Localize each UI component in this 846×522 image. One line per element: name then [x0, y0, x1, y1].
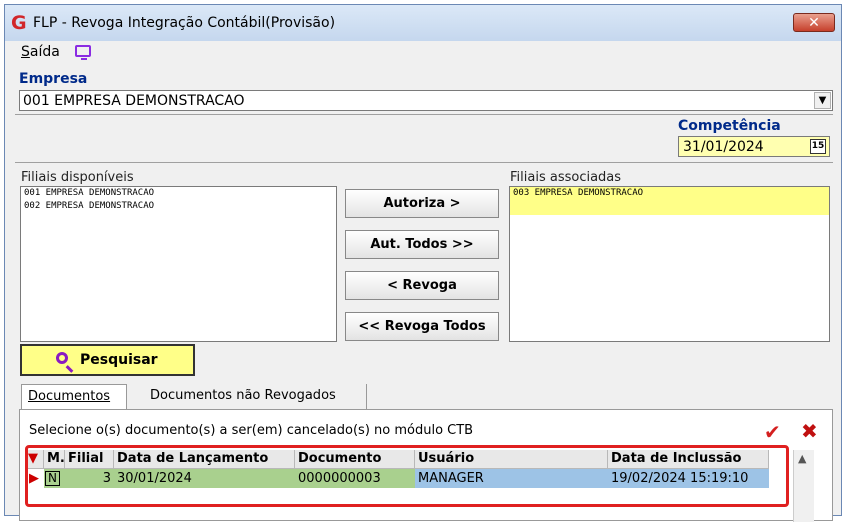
vertical-scrollbar[interactable]: ▲ [793, 450, 814, 522]
divider [15, 114, 833, 115]
tab-label: Documentos não Revogados [150, 388, 336, 403]
pesquisar-label: Pesquisar [80, 352, 158, 368]
search-icon [56, 352, 68, 364]
filiais-associadas-label: Filiais associadas [510, 170, 622, 185]
instruction-text: Selecione o(s) documento(s) a ser(em) ca… [29, 423, 474, 438]
autoriza-button[interactable]: Autoriza > [345, 189, 499, 218]
highlight-annotation [25, 445, 789, 507]
filiais-disponiveis-list[interactable]: 001 EMPRESA DEMONSTRACAO 002 EMPRESA DEM… [20, 186, 337, 342]
window-title: FLP - Revoga Integração Contábil(Provisã… [33, 15, 336, 31]
divider [15, 162, 833, 163]
list-item[interactable]: 001 EMPRESA DEMONSTRACAO [21, 187, 336, 200]
competencia-value: 31/01/2024 [683, 139, 764, 155]
chevron-down-icon[interactable]: ▼ [814, 92, 831, 109]
menu-item-saida[interactable]: Saída [21, 44, 60, 60]
empresa-select[interactable]: 001 EMPRESA DEMONSTRACAO ▼ [19, 90, 833, 111]
calendar-icon[interactable]: 15 [810, 139, 826, 154]
title-bar: G FLP - Revoga Integração Contábil(Provi… [5, 5, 841, 41]
monitor-icon[interactable] [75, 45, 91, 60]
menu-accel-s: S [21, 44, 30, 60]
list-item[interactable]: 002 EMPRESA DEMONSTRACAO [21, 200, 336, 213]
empresa-label: Empresa [19, 71, 88, 87]
revoga-todos-button[interactable]: << Revoga Todos [345, 312, 499, 341]
checkmark-icon[interactable]: ✔ [764, 420, 781, 444]
list-item[interactable]: 003 EMPRESA DEMONSTRACAO [510, 187, 829, 215]
x-icon[interactable]: ✖ [801, 419, 818, 443]
competencia-label: Competência [678, 118, 781, 134]
pesquisar-button[interactable]: Pesquisar [20, 344, 195, 376]
main-window: G FLP - Revoga Integração Contábil(Provi… [4, 4, 842, 522]
tab-documentos[interactable]: Documentos [21, 384, 127, 409]
competencia-date-field[interactable]: 31/01/2024 15 [678, 136, 830, 157]
flp-logo-icon: G [11, 12, 27, 34]
revoga-button[interactable]: < Revoga [345, 271, 499, 300]
filiais-disponiveis-label: Filiais disponíveis [21, 170, 134, 185]
menu-saida-rest: aída [29, 44, 60, 60]
filiais-associadas-list[interactable]: 003 EMPRESA DEMONSTRACAO [509, 186, 830, 342]
tab-documentos-nao-revogados[interactable]: Documentos não Revogados [141, 384, 367, 409]
aut-todos-button[interactable]: Aut. Todos >> [345, 230, 499, 259]
close-button[interactable]: ✕ [793, 13, 835, 32]
scroll-up-icon[interactable]: ▲ [798, 452, 806, 465]
empresa-value: 001 EMPRESA DEMONSTRACAO [23, 93, 245, 109]
tab-label: Documentos [28, 389, 111, 404]
